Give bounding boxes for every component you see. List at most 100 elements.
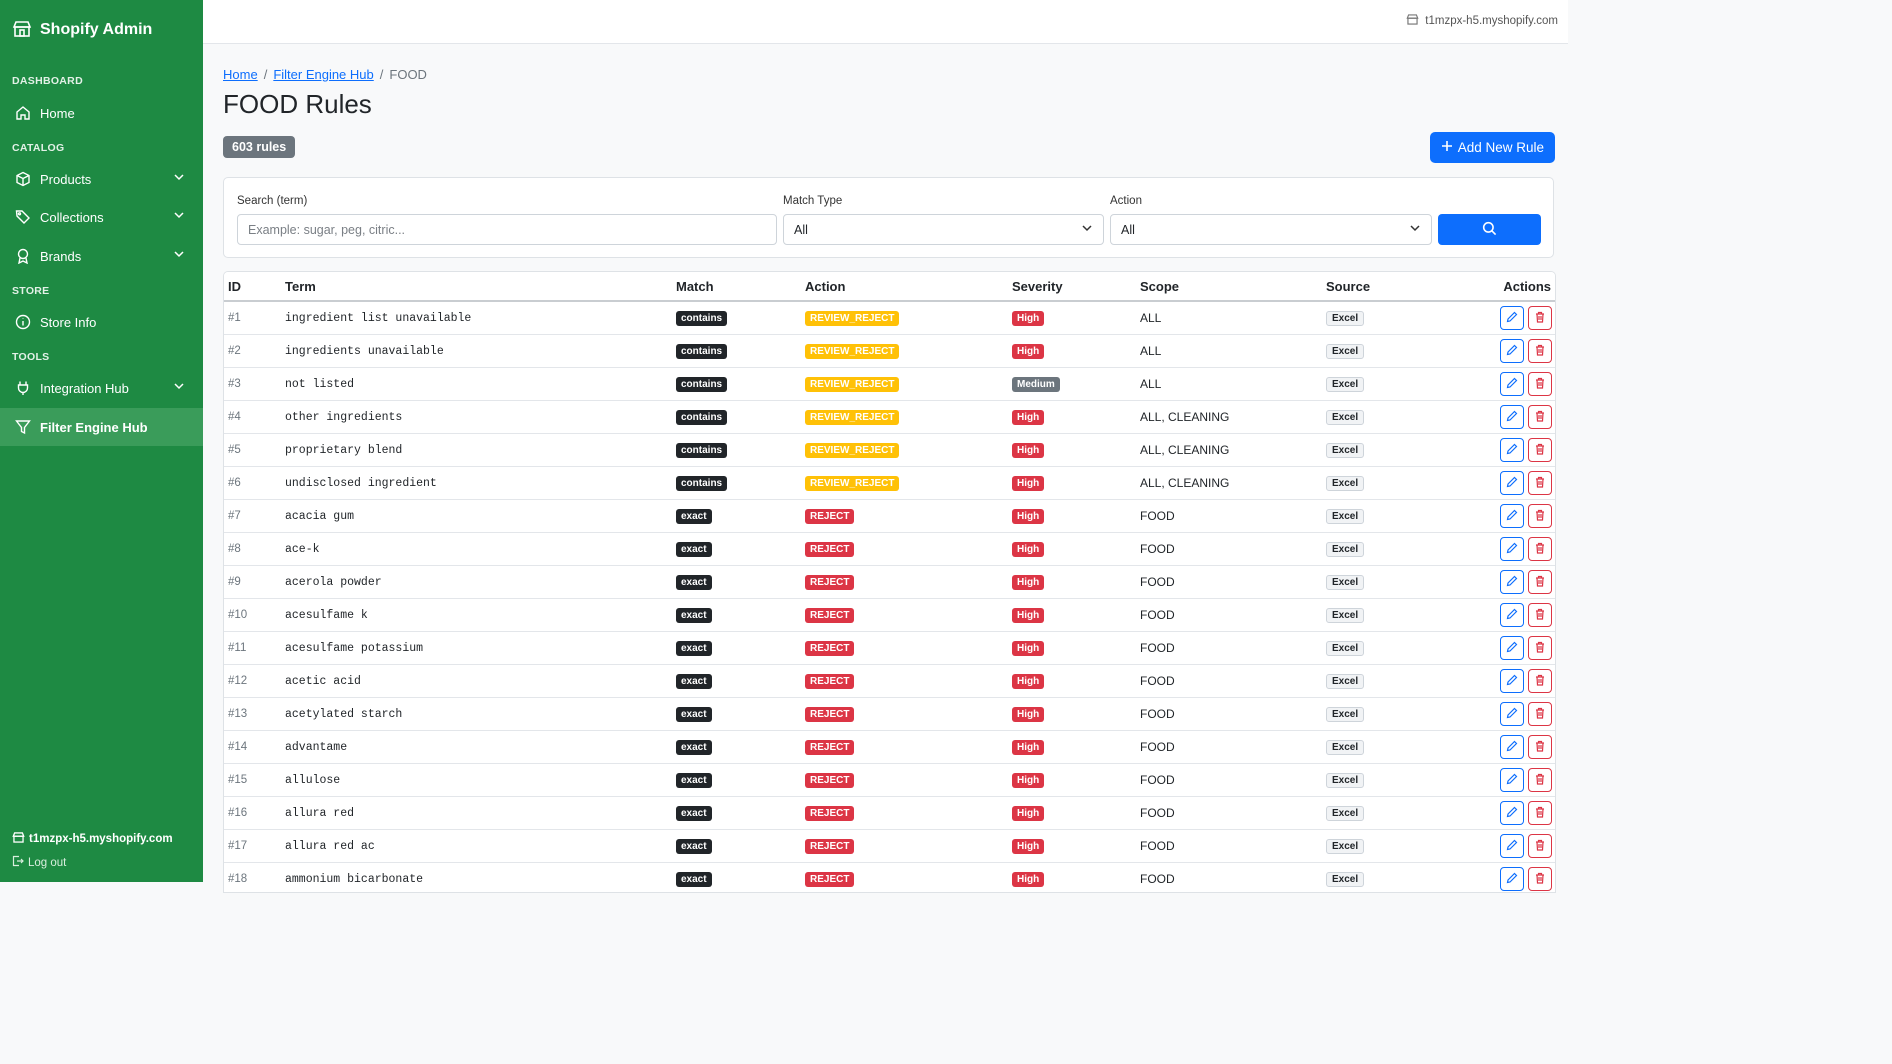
- delete-button[interactable]: [1528, 339, 1552, 363]
- sidebar-item-home[interactable]: Home: [0, 94, 203, 132]
- edit-button[interactable]: [1500, 471, 1524, 495]
- trash-icon: [1534, 344, 1546, 359]
- trash-icon: [1534, 707, 1546, 722]
- action-select[interactable]: All: [1110, 214, 1432, 245]
- delete-button[interactable]: [1528, 306, 1552, 330]
- cell-severity: High: [1008, 301, 1136, 335]
- trash-icon: [1534, 740, 1546, 755]
- edit-button[interactable]: [1500, 636, 1524, 660]
- breadcrumb-home[interactable]: Home: [223, 67, 258, 82]
- delete-button[interactable]: [1528, 570, 1552, 594]
- severity-badge: High: [1012, 839, 1045, 854]
- pencil-icon: [1506, 476, 1518, 491]
- delete-button[interactable]: [1528, 405, 1552, 429]
- action-value: All: [1121, 222, 1135, 237]
- edit-button[interactable]: [1500, 504, 1524, 528]
- severity-badge: High: [1012, 872, 1045, 887]
- edit-button[interactable]: [1500, 735, 1524, 759]
- sidebar-item-products[interactable]: Products: [0, 160, 203, 198]
- col-severity: Severity: [1008, 272, 1136, 302]
- cell-match: exact: [672, 565, 801, 599]
- cell-id: #8: [224, 532, 281, 566]
- cell-scope: ALL, CLEANING: [1136, 433, 1322, 467]
- cell-action: REJECT: [801, 730, 1008, 764]
- source-badge: Excel: [1326, 344, 1365, 359]
- breadcrumb-current: FOOD: [389, 67, 427, 82]
- edit-button[interactable]: [1500, 801, 1524, 825]
- cell-match: exact: [672, 532, 801, 566]
- edit-button[interactable]: [1500, 867, 1524, 891]
- col-source: Source: [1322, 272, 1460, 302]
- delete-button[interactable]: [1528, 603, 1552, 627]
- delete-button[interactable]: [1528, 669, 1552, 693]
- search-input[interactable]: Example: sugar, peg, citric...: [237, 214, 777, 245]
- cell-severity: High: [1008, 697, 1136, 731]
- edit-button[interactable]: [1500, 669, 1524, 693]
- brand[interactable]: Shopify Admin: [0, 0, 203, 44]
- filter-card: Search (term) Example: sugar, peg, citri…: [223, 177, 1554, 258]
- search-button[interactable]: [1438, 214, 1541, 245]
- delete-button[interactable]: [1528, 834, 1552, 858]
- table-row: #17 allura red ac exact REJECT High FOOD Excel: [224, 829, 1555, 863]
- delete-button[interactable]: [1528, 438, 1552, 462]
- delete-button[interactable]: [1528, 537, 1552, 561]
- sidebar-item-store-info[interactable]: Store Info: [0, 303, 203, 341]
- breadcrumb-hub[interactable]: Filter Engine Hub: [273, 67, 373, 82]
- match-badge: exact: [676, 839, 712, 854]
- delete-button[interactable]: [1528, 768, 1552, 792]
- cell-severity: High: [1008, 466, 1136, 500]
- sidebar-item-brands[interactable]: Brands: [0, 237, 203, 275]
- cell-source: Excel: [1322, 862, 1460, 892]
- delete-button[interactable]: [1528, 702, 1552, 726]
- source-badge: Excel: [1326, 707, 1365, 722]
- edit-button[interactable]: [1500, 438, 1524, 462]
- add-new-rule-button[interactable]: Add New Rule: [1429, 132, 1555, 163]
- edit-button[interactable]: [1500, 570, 1524, 594]
- sidebar-item-integration-hub[interactable]: Integration Hub: [0, 369, 203, 407]
- cell-source: Excel: [1322, 796, 1460, 830]
- cell-actions: [1460, 862, 1555, 892]
- edit-button[interactable]: [1500, 537, 1524, 561]
- match-badge: exact: [676, 707, 712, 722]
- delete-button[interactable]: [1528, 801, 1552, 825]
- delete-button[interactable]: [1528, 636, 1552, 660]
- table-row: #2 ingredients unavailable contains REVIEW_…: [224, 334, 1555, 368]
- edit-button[interactable]: [1500, 603, 1524, 627]
- action-badge: REJECT: [805, 641, 855, 656]
- table-header-row: ID Term Match Action Severity Scope Sour…: [224, 272, 1555, 302]
- cell-term: acacia gum: [281, 499, 672, 533]
- cell-scope: FOOD: [1136, 664, 1322, 698]
- match-badge: exact: [676, 575, 712, 590]
- edit-button[interactable]: [1500, 339, 1524, 363]
- cell-match: contains: [672, 400, 801, 434]
- cell-id: #15: [224, 763, 281, 797]
- edit-button[interactable]: [1500, 405, 1524, 429]
- plus-icon: [1441, 140, 1453, 155]
- cell-scope: FOOD: [1136, 631, 1322, 665]
- cell-action: REVIEW_REJECT: [801, 400, 1008, 434]
- edit-button[interactable]: [1500, 306, 1524, 330]
- trash-icon: [1534, 509, 1546, 524]
- delete-button[interactable]: [1528, 867, 1552, 891]
- delete-button[interactable]: [1528, 735, 1552, 759]
- edit-button[interactable]: [1500, 372, 1524, 396]
- edit-button[interactable]: [1500, 834, 1524, 858]
- sidebar-item-label: Integration Hub: [40, 380, 129, 396]
- edit-button[interactable]: [1500, 702, 1524, 726]
- cell-match: exact: [672, 631, 801, 665]
- logout-link[interactable]: Log out: [12, 855, 173, 870]
- sidebar-item-filter-engine-hub[interactable]: Filter Engine Hub: [0, 408, 203, 446]
- delete-button[interactable]: [1528, 372, 1552, 396]
- match-type-select[interactable]: All: [783, 214, 1104, 245]
- table-row: #14 advantame exact REJECT High FOOD Excel: [224, 730, 1555, 764]
- edit-button[interactable]: [1500, 768, 1524, 792]
- cell-severity: High: [1008, 433, 1136, 467]
- table-row: #15 allulose exact REJECT High FOOD Excel: [224, 763, 1555, 797]
- match-badge: exact: [676, 608, 712, 623]
- delete-button[interactable]: [1528, 504, 1552, 528]
- cell-source: Excel: [1322, 433, 1460, 467]
- match-badge: contains: [676, 410, 728, 425]
- delete-button[interactable]: [1528, 471, 1552, 495]
- sidebar-item-collections[interactable]: Collections: [0, 198, 203, 236]
- table-row: #9 acerola powder exact REJECT High FOOD Excel: [224, 565, 1555, 599]
